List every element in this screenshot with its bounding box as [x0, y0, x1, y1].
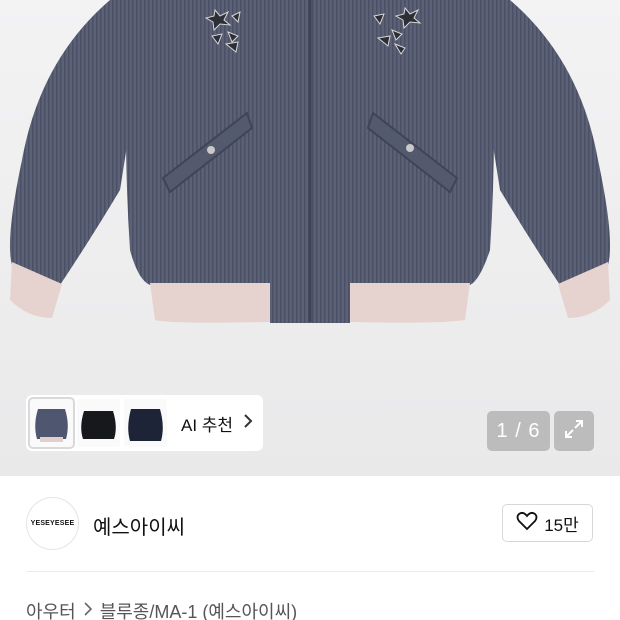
divider: [26, 571, 594, 572]
brand-name[interactable]: 예스아이씨: [93, 511, 185, 540]
like-count: 15만: [544, 515, 579, 535]
chevron-right-icon: [84, 601, 92, 620]
expand-icon: [563, 418, 585, 445]
breadcrumb: 아우터 블루종/MA-1 (예스아이씨): [26, 598, 297, 620]
thumbnail-strip: AI 추천: [26, 395, 264, 451]
ai-recommend-button[interactable]: AI 추천: [181, 411, 253, 436]
brand-row: YESEYESEE 예스아이씨 15만: [0, 476, 620, 571]
heart-icon: [516, 511, 538, 536]
brand-logo[interactable]: YESEYESEE: [26, 497, 79, 550]
thumb-jacket-navy[interactable]: [124, 399, 167, 447]
breadcrumb-item-subcategory[interactable]: 블루종/MA-1 (예스아이씨): [100, 598, 297, 620]
expand-button[interactable]: [554, 411, 594, 451]
like-button[interactable]: 15만: [502, 504, 593, 542]
thumb-jacket-gray[interactable]: [28, 397, 75, 449]
ai-recommend-label: AI 추천: [181, 415, 234, 435]
brand-logo-text: YESEYESEE: [30, 520, 75, 527]
breadcrumb-item-category[interactable]: 아우터: [26, 598, 76, 620]
thumb-jacket-black[interactable]: [77, 399, 120, 447]
chevron-right-icon: [243, 413, 253, 434]
pager-label: 1 / 6: [496, 419, 541, 442]
image-pager: 1 / 6: [487, 411, 550, 451]
product-image-area[interactable]: AI 추천 1 / 6: [0, 0, 620, 476]
